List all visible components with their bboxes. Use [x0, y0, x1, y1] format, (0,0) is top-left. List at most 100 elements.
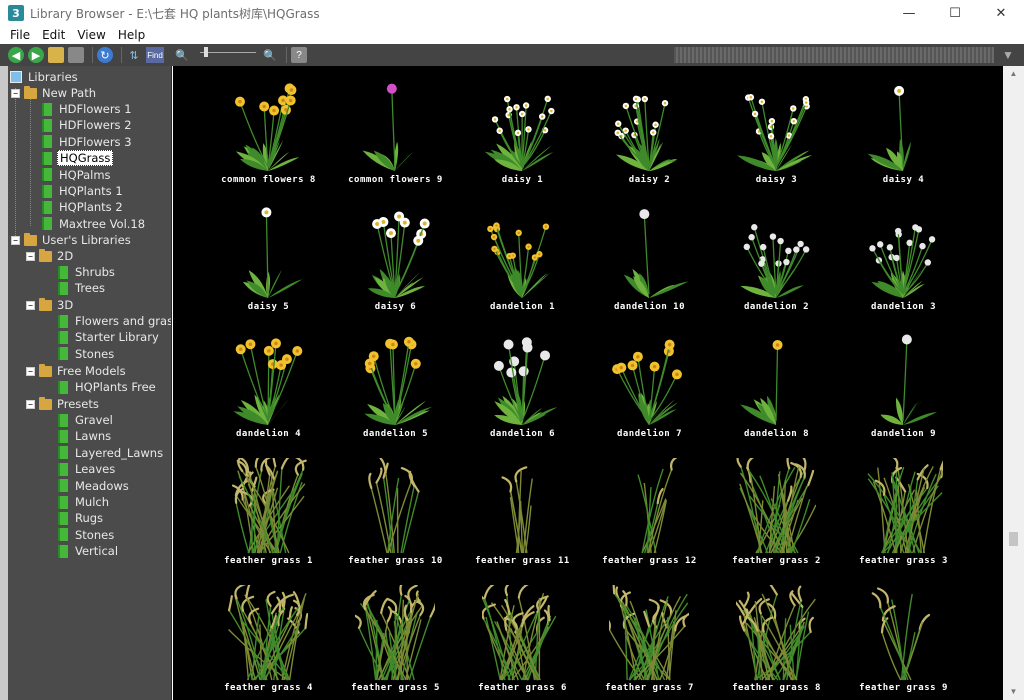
tree-item-hqplants-free[interactable]: HQPlants Free	[58, 379, 158, 395]
thumbnail-common-flowers-8[interactable]: common flowers 8	[205, 71, 332, 198]
tree-node-3d[interactable]: − 3D	[26, 297, 75, 313]
thumbnail-feather-grass-4[interactable]: feather grass 4	[205, 579, 332, 700]
zoom-in-icon[interactable]: 🔍	[262, 47, 278, 63]
filter-input[interactable]	[674, 47, 994, 63]
thumbnail-dandelion-3[interactable]: dandelion 3	[840, 198, 967, 325]
tree-item-hdflowers-1[interactable]: HDFlowers 1	[42, 101, 134, 117]
thumbnail-dandelion-9[interactable]: dandelion 9	[840, 325, 967, 452]
tree-item-rugs[interactable]: Rugs	[58, 510, 105, 526]
collapse-icon[interactable]: −	[11, 235, 20, 245]
tree-item-maxtree-vol-18[interactable]: Maxtree Vol.18	[42, 216, 147, 232]
tree-item-hqgrass[interactable]: HQGrass	[42, 150, 114, 167]
stop-icon[interactable]	[68, 47, 84, 63]
collapse-icon[interactable]: −	[11, 88, 20, 98]
scrollbar-thumb[interactable]	[1009, 532, 1018, 546]
tree-item-starter-library[interactable]: Starter Library	[58, 329, 161, 345]
tree-root-libraries[interactable]: Libraries	[10, 69, 80, 85]
tree-node-user-libraries[interactable]: − User's Libraries	[11, 232, 133, 248]
tree-node-presets[interactable]: − Presets	[26, 396, 101, 412]
zoom-slider[interactable]	[200, 47, 256, 58]
folder-icon	[24, 232, 37, 246]
thumbnail-feather-grass-10[interactable]: feather grass 10	[332, 452, 459, 579]
tree-item-hqplants-2[interactable]: HQPlants 2	[42, 199, 125, 215]
plant-preview-image	[242, 207, 303, 298]
thumbnail-daisy-4[interactable]: daisy 4	[840, 71, 967, 198]
thumbnail-daisy-3[interactable]: daisy 3	[713, 71, 840, 198]
thumbnail-dandelion-7[interactable]: dandelion 7	[586, 325, 713, 452]
thumbnail-feather-grass-9[interactable]: feather grass 9	[840, 579, 967, 700]
plant-preview-image	[493, 337, 558, 425]
forward-icon[interactable]: ▶	[28, 47, 44, 63]
tree-item-leaves[interactable]: Leaves	[58, 461, 117, 477]
find-button[interactable]: Find	[146, 47, 164, 63]
thumbnail-feather-grass-2[interactable]: feather grass 2	[713, 452, 840, 579]
thumbnail-feather-grass-6[interactable]: feather grass 6	[459, 579, 586, 700]
tree-item-hqplants-1[interactable]: HQPlants 1	[42, 183, 125, 199]
thumbnail-dandelion-2[interactable]: dandelion 2	[713, 198, 840, 325]
menu-edit[interactable]: Edit	[36, 28, 71, 42]
tree-node-2d[interactable]: − 2D	[26, 248, 75, 264]
tree-item-shrubs[interactable]: Shrubs	[58, 264, 117, 280]
thumbnail-dandelion-4[interactable]: dandelion 4	[205, 325, 332, 452]
thumbnail-daisy-6[interactable]: daisy 6	[332, 198, 459, 325]
tree-item-layered-lawns[interactable]: Layered_Lawns	[58, 445, 165, 461]
open-folder-icon[interactable]	[48, 47, 64, 63]
tree-icon[interactable]: ⇅	[126, 47, 142, 63]
thumbnail-label: feather grass 8	[732, 683, 821, 693]
menu-file[interactable]: File	[4, 28, 36, 42]
thumbnail-dandelion-1[interactable]: dandelion 1	[459, 198, 586, 325]
thumbnail-dandelion-8[interactable]: dandelion 8	[713, 325, 840, 452]
thumbnail-daisy-1[interactable]: daisy 1	[459, 71, 586, 198]
back-icon[interactable]: ◀	[8, 47, 24, 63]
zoom-slider-knob[interactable]	[204, 47, 208, 57]
filter-icon[interactable]: ▼	[1002, 48, 1014, 62]
vertical-scrollbar[interactable]: ▲ ▼	[1003, 66, 1024, 700]
collapse-icon[interactable]: −	[26, 300, 35, 310]
tree-item-vertical[interactable]: Vertical	[58, 543, 120, 559]
plant-preview-image	[234, 83, 300, 171]
tree-node-new-path[interactable]: − New Path	[11, 85, 98, 101]
refresh-icon[interactable]: ↻	[97, 47, 113, 63]
thumbnail-dandelion-5[interactable]: dandelion 5	[332, 325, 459, 452]
thumbnail-dandelion-10[interactable]: dandelion 10	[586, 198, 713, 325]
zoom-out-icon[interactable]: 🔍	[174, 47, 190, 63]
thumbnail-feather-grass-1[interactable]: feather grass 1	[205, 452, 332, 579]
menu-view[interactable]: View	[71, 28, 111, 42]
maximize-button[interactable]: ☐	[932, 0, 978, 26]
tree-label: HQPlants Free	[75, 380, 156, 394]
help-icon[interactable]: ?	[291, 47, 307, 63]
thumbnail-feather-grass-3[interactable]: feather grass 3	[840, 452, 967, 579]
tree-item-stones[interactable]: Stones	[58, 346, 116, 362]
tree-node-free-models[interactable]: − Free Models	[26, 363, 128, 379]
tree-item-hqpalms[interactable]: HQPalms	[42, 167, 113, 183]
thumbnail-common-flowers-9[interactable]: common flowers 9	[332, 71, 459, 198]
tree-item-hdflowers-2[interactable]: HDFlowers 2	[42, 117, 134, 133]
scroll-up-icon[interactable]: ▲	[1003, 66, 1024, 82]
menu-help[interactable]: Help	[112, 28, 151, 42]
thumbnail-feather-grass-11[interactable]: feather grass 11	[459, 452, 586, 579]
collapse-icon[interactable]: −	[26, 399, 35, 409]
thumbnail-dandelion-6[interactable]: dandelion 6	[459, 325, 586, 452]
minimize-button[interactable]: —	[886, 0, 932, 26]
thumbnail-feather-grass-7[interactable]: feather grass 7	[586, 579, 713, 700]
thumbnail-feather-grass-5[interactable]: feather grass 5	[332, 579, 459, 700]
tree-item-flowers-and-grass[interactable]: Flowers and grass	[58, 313, 171, 329]
tree-item-hdflowers-3[interactable]: HDFlowers 3	[42, 134, 134, 150]
thumbnail-daisy-2[interactable]: daisy 2	[586, 71, 713, 198]
tree-label: HDFlowers 3	[59, 134, 132, 149]
thumbnail-feather-grass-12[interactable]: feather grass 12	[586, 452, 713, 579]
tree-item-mulch[interactable]: Mulch	[58, 494, 111, 510]
thumbnail-label: feather grass 5	[351, 683, 440, 693]
tree-item-lawns[interactable]: Lawns	[58, 428, 113, 444]
tree-item-meadows[interactable]: Meadows	[58, 478, 131, 494]
scroll-down-icon[interactable]: ▼	[1003, 684, 1024, 700]
thumbnail-feather-grass-8[interactable]: feather grass 8	[713, 579, 840, 700]
close-button[interactable]: ✕	[978, 0, 1024, 26]
thumbnail-daisy-5[interactable]: daisy 5	[205, 198, 332, 325]
tree-item-trees[interactable]: Trees	[58, 280, 107, 296]
collapse-icon[interactable]: −	[26, 366, 35, 376]
collapse-icon[interactable]: −	[26, 251, 35, 261]
tree-item-stones[interactable]: Stones	[58, 527, 116, 543]
tree-item-gravel[interactable]: Gravel	[58, 412, 115, 428]
thumbnail-label: feather grass 6	[478, 683, 567, 693]
